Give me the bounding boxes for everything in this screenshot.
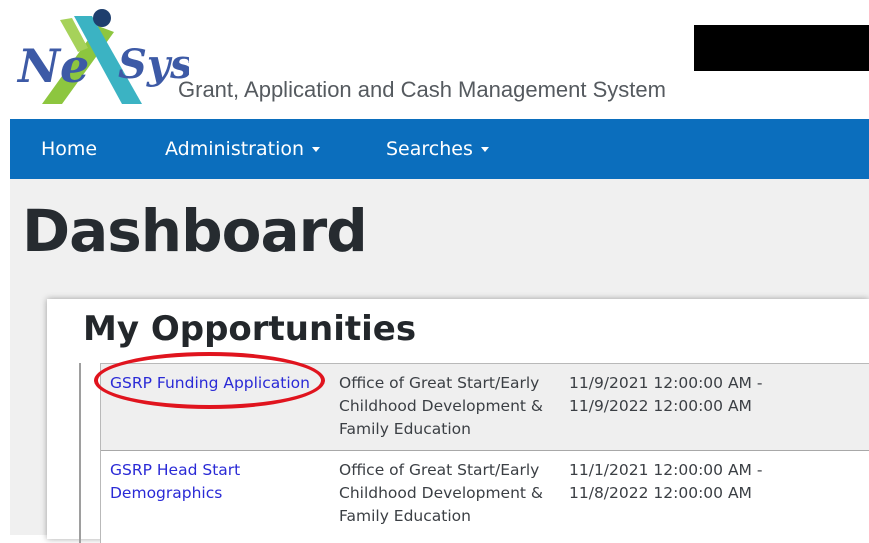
nav-searches[interactable]: Searches (386, 119, 489, 179)
opportunity-office: Office of Great Start/Early Childhood De… (339, 459, 559, 528)
card-left-border (79, 363, 81, 543)
office-line: Family Education (339, 420, 471, 438)
office-line: Family Education (339, 507, 471, 525)
opportunity-name-line: Demographics (110, 484, 223, 502)
app-tagline: Grant, Application and Cash Management S… (178, 77, 666, 102)
main-navbar: Home Administration Searches (10, 119, 869, 179)
date-line: 11/9/2022 12:00:00 AM (569, 397, 752, 415)
logo-person-head (93, 9, 111, 27)
nav-searches-label: Searches (386, 138, 473, 160)
opportunity-row: GSRP Head Start Demographics Office of G… (100, 451, 869, 543)
caret-down-icon (480, 147, 489, 152)
office-line: Childhood Development & (339, 397, 544, 415)
opportunity-dates: 11/1/2021 12:00:00 AM - 11/8/2022 12:00:… (569, 459, 809, 505)
office-line: Childhood Development & (339, 484, 544, 502)
redacted-area (694, 25, 869, 71)
opportunity-dates: 11/9/2021 12:00:00 AM - 11/9/2022 12:00:… (569, 372, 809, 418)
nav-administration[interactable]: Administration (165, 119, 321, 179)
highlight-circle-annotation (94, 352, 325, 409)
caret-down-icon (312, 147, 321, 152)
office-line: Office of Great Start/Early (339, 374, 540, 392)
office-line: Office of Great Start/Early (339, 461, 540, 479)
nexsys-logo: Ne Sys (16, 9, 189, 104)
nav-home-label: Home (41, 138, 98, 160)
my-opportunities-card: My Opportunities GSRP Funding Applicatio… (47, 299, 869, 543)
opportunity-name-line: GSRP Head Start (110, 461, 241, 479)
page-title: Dashboard (22, 197, 368, 265)
opportunity-office: Office of Great Start/Early Childhood De… (339, 372, 559, 441)
nav-home[interactable]: Home (41, 119, 97, 179)
date-line: 11/1/2021 12:00:00 AM - (569, 461, 763, 479)
logo-text-ne: Ne (16, 39, 89, 93)
date-line: 11/8/2022 12:00:00 AM (569, 484, 752, 502)
card-title: My Opportunities (83, 309, 417, 349)
opportunity-link[interactable]: GSRP Head Start Demographics (110, 459, 320, 505)
date-line: 11/9/2021 12:00:00 AM - (569, 374, 763, 392)
nav-administration-label: Administration (165, 138, 305, 160)
